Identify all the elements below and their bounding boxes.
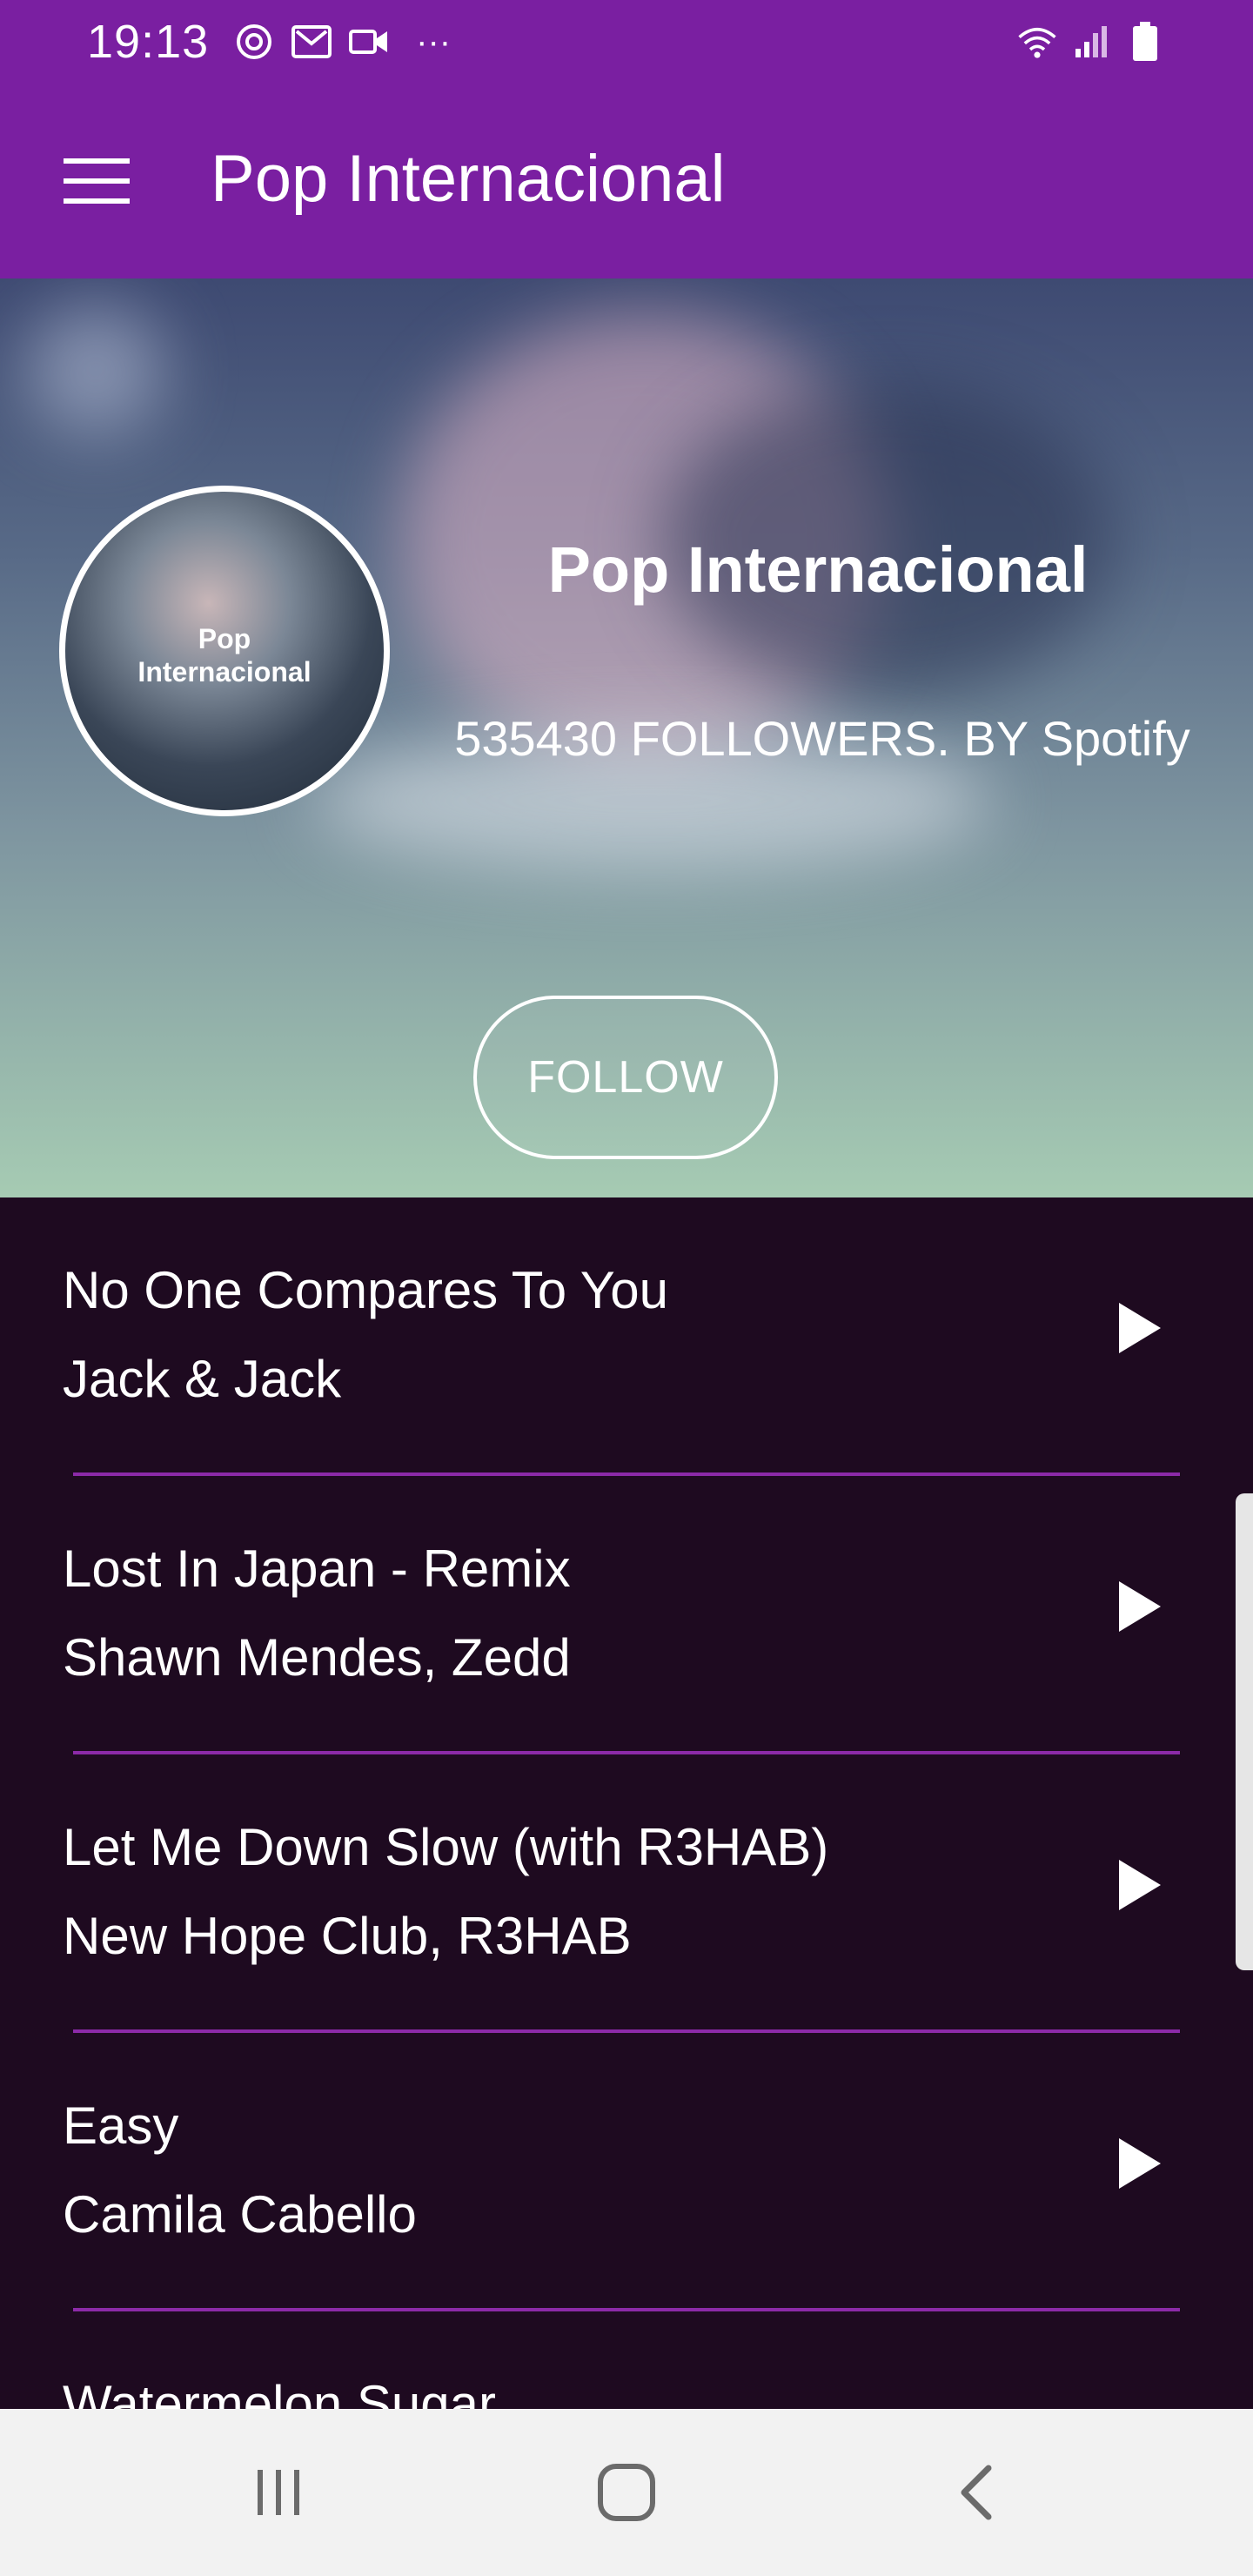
track-title: Easy [63, 2096, 179, 2155]
playlist-name: Pop Internacional [547, 533, 1089, 606]
video-icon [348, 21, 390, 63]
status-bar: 19:13 ··· [0, 0, 1253, 84]
status-time: 19:13 [87, 16, 210, 68]
track-row[interactable]: Let Me Down Slow (with R3HAB) New Hope C… [0, 1754, 1253, 2033]
hamburger-menu-icon[interactable] [50, 146, 143, 216]
wifi-icon [1016, 21, 1058, 63]
track-artist: Shawn Mendes, Zedd [63, 1628, 571, 1687]
status-system-icons [1016, 21, 1166, 63]
navigation-bar [0, 2409, 1253, 2576]
spotify-icon [233, 21, 275, 63]
app-bar: Pop Internacional [0, 84, 1253, 278]
track-row[interactable]: No One Compares To You Jack & Jack [0, 1197, 1253, 1476]
track-title: Watermelon Sugar [63, 2375, 496, 2409]
track-row[interactable]: Lost In Japan - Remix Shawn Mendes, Zedd [0, 1476, 1253, 1754]
track-title: No One Compares To You [63, 1261, 669, 1319]
signal-icon [1070, 21, 1112, 63]
playlist-meta: 535430 FOLLOWERS. BY Spotify [454, 711, 1190, 766]
app-title: Pop Internacional [211, 142, 726, 216]
track-title: Let Me Down Slow (with R3HAB) [63, 1818, 829, 1876]
play-icon[interactable] [1105, 2129, 1175, 2198]
track-artist: Jack & Jack [63, 1350, 342, 1408]
battery-icon [1124, 21, 1166, 63]
track-artist: Camila Cabello [63, 2185, 417, 2244]
more-icon: ··· [416, 22, 452, 61]
play-icon[interactable] [1105, 1293, 1175, 1363]
hero-background-blur [26, 305, 165, 435]
gmail-icon [291, 21, 332, 63]
track-artist: New Hope Club, R3HAB [63, 1907, 632, 1965]
home-icon[interactable] [585, 2451, 668, 2534]
back-icon[interactable] [936, 2451, 1020, 2534]
play-icon[interactable] [1105, 1572, 1175, 1641]
play-icon[interactable] [1105, 1850, 1175, 1920]
track-row[interactable]: Watermelon Sugar [0, 2311, 1253, 2409]
playlist-cover-label: Pop Internacional [137, 623, 312, 688]
status-notification-icons: ··· [233, 21, 461, 63]
track-row[interactable]: Easy Camila Cabello [0, 2033, 1253, 2311]
track-title: Lost In Japan - Remix [63, 1540, 571, 1598]
recent-apps-icon[interactable] [237, 2451, 320, 2534]
follow-button[interactable]: FOLLOW [473, 996, 778, 1159]
playlist-cover-image: Pop Internacional [59, 486, 390, 816]
scrollbar[interactable] [1236, 1493, 1253, 1970]
playlist-header: Pop Internacional Pop Internacional 5354… [0, 278, 1253, 1197]
track-list[interactable]: No One Compares To You Jack & Jack Lost … [0, 1197, 1253, 2409]
